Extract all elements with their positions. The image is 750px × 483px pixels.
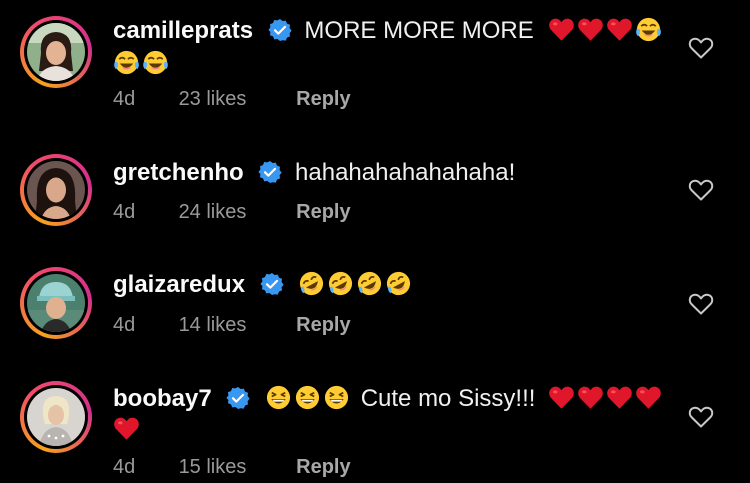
username[interactable]: gretchenho [113,159,244,186]
comment-meta: 4d 23 likes Reply [113,88,351,111]
like-count[interactable]: 15 likes [179,456,291,479]
red-heart-emoji-icon [577,16,604,43]
rofl-emoji-icon [385,270,412,297]
red-heart-emoji-icon [577,384,604,411]
comment-text: MORE MORE MORE [304,17,534,44]
like-heart-icon[interactable] [688,292,714,316]
avatar-story-ring[interactable] [20,381,92,453]
avatar-story-ring[interactable] [20,267,92,339]
comment-meta: 4d 24 likes Reply [113,201,351,224]
avatar-story-ring[interactable] [20,16,92,88]
comment-text: Cute mo Sissy!!! [360,385,536,412]
comment-text: hahahahahahahaha! [295,159,516,186]
like-heart-icon[interactable] [688,36,714,60]
username[interactable]: camilleprats [113,17,253,44]
tears-of-joy-emoji-icon [113,49,140,76]
reply-button[interactable]: Reply [296,314,350,337]
timestamp: 4d [113,88,136,110]
avatar-story-ring[interactable] [20,154,92,226]
like-heart-icon[interactable] [688,178,714,202]
timestamp: 4d [113,456,136,478]
comment-item: boobay7 Cute mo Sissy!!! 4d 15 likes Rep… [0,365,750,483]
red-heart-emoji-icon [606,16,633,43]
red-heart-emoji-icon [606,384,633,411]
red-heart-emoji-icon [635,384,662,411]
grinning-squint-emoji-icon [265,384,292,411]
rofl-emoji-icon [327,270,354,297]
red-heart-emoji-icon [113,415,140,442]
like-count[interactable]: 14 likes [179,314,291,337]
red-heart-emoji-icon [548,16,575,43]
username[interactable]: boobay7 [113,385,212,412]
rofl-emoji-icon [298,270,325,297]
reply-button[interactable]: Reply [296,201,350,224]
like-heart-icon[interactable] [688,405,714,429]
username[interactable]: glaizaredux [113,271,245,298]
tears-of-joy-emoji-icon [635,16,662,43]
avatar[interactable] [27,388,85,446]
comment-meta: 4d 14 likes Reply [113,314,351,337]
avatar[interactable] [27,274,85,332]
comment-body-wrap [113,414,142,446]
grinning-squint-emoji-icon [294,384,321,411]
comment-body-wrap [113,48,171,80]
avatar[interactable] [27,161,85,219]
verified-badge-icon [226,386,250,410]
like-count[interactable]: 23 likes [179,88,291,111]
comment-body: boobay7 Cute mo Sissy!!! [113,383,660,415]
timestamp: 4d [113,314,136,336]
red-heart-emoji-icon [548,384,575,411]
comment-body: camilleprats MORE MORE MORE [113,15,660,47]
reply-button[interactable]: Reply [296,88,350,111]
avatar[interactable] [27,23,85,81]
comment-body: gretchenho hahahahahahahaha! [113,157,660,189]
comment-item: gretchenho hahahahahahahaha! 4d 24 likes… [0,140,750,240]
like-count[interactable]: 24 likes [179,201,291,224]
comment-meta: 4d 15 likes Reply [113,456,351,479]
tears-of-joy-emoji-icon [142,49,169,76]
comment-item: glaizaredux 4d 14 likes Reply [0,252,750,352]
comment-item: camilleprats MORE MORE MORE 4d 23 likes … [0,0,750,125]
reply-button[interactable]: Reply [296,456,350,479]
grinning-squint-emoji-icon [323,384,350,411]
rofl-emoji-icon [356,270,383,297]
timestamp: 4d [113,201,136,223]
verified-badge-icon [260,272,284,296]
verified-badge-icon [258,160,282,184]
comment-body: glaizaredux [113,269,660,301]
verified-badge-icon [268,18,292,42]
